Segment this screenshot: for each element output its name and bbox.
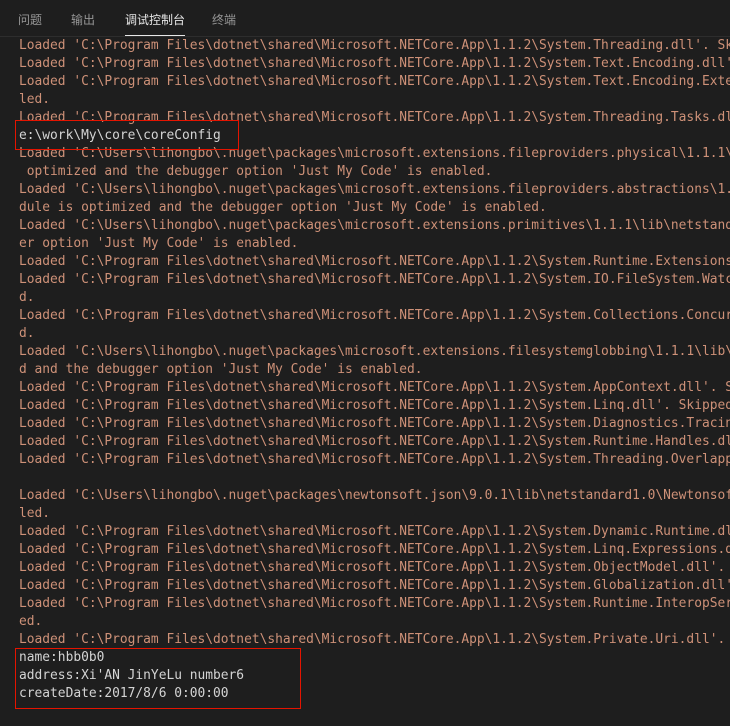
debug-console-panel: 问题 输出 调试控制台 终端 Loaded 'C:\Program Files\… (0, 0, 730, 726)
console-log-line: Loaded 'C:\Program Files\dotnet\shared\M… (19, 74, 730, 89)
console-log-line: Loaded 'C:\Program Files\dotnet\shared\M… (19, 578, 730, 593)
console-log-line: Loaded 'C:\Program Files\dotnet\shared\M… (19, 56, 730, 71)
console-log-line: led. (19, 506, 51, 521)
program-output-line: address:Xi'AN JinYeLu number6 (19, 668, 245, 683)
console-log-line: Loaded 'C:\Program Files\dotnet\shared\M… (19, 398, 730, 413)
console-log-line: Loaded 'C:\Program Files\dotnet\shared\M… (19, 542, 730, 557)
console-log-line: Loaded 'C:\Program Files\dotnet\shared\M… (19, 560, 730, 575)
console-log-line: Loaded 'C:\Program Files\dotnet\shared\M… (19, 254, 730, 269)
program-output-line: createDate:2017/8/6 0:00:00 (19, 686, 229, 701)
console-log-line: Loaded 'C:\Users\lihongbo\.nuget\package… (19, 488, 730, 503)
panel-tab-bar: 问题 输出 调试控制台 终端 (0, 0, 730, 37)
console-log-line: Loaded 'C:\Program Files\dotnet\shared\M… (19, 38, 730, 53)
console-log-line: Loaded 'C:\Program Files\dotnet\shared\M… (19, 380, 730, 395)
console-log-line: Loaded 'C:\Program Files\dotnet\shared\M… (19, 416, 730, 431)
console-log-line: Loaded 'C:\Program Files\dotnet\shared\M… (19, 596, 730, 611)
console-log-line: Loaded 'C:\Program Files\dotnet\shared\M… (19, 434, 730, 449)
program-output-line: name:hbb0b0 (19, 650, 105, 665)
console-log-line: dule is optimized and the debugger optio… (19, 200, 547, 215)
console-log-line: Loaded 'C:\Program Files\dotnet\shared\M… (19, 308, 730, 323)
program-output-line: e:\work\My\core\coreConfig (19, 128, 221, 143)
console-log-line: Loaded 'C:\Users\lihongbo\.nuget\package… (19, 344, 730, 359)
console-log-line: d and the debugger option 'Just My Code'… (19, 362, 423, 377)
tab-terminal[interactable]: 终端 (212, 0, 236, 37)
console-log-line: d. (19, 326, 35, 341)
console-log-line: Loaded 'C:\Program Files\dotnet\shared\M… (19, 632, 730, 647)
console-log-line: ed. (19, 614, 43, 629)
console-log-line: optimized and the debugger option 'Just … (19, 164, 493, 179)
tab-problems[interactable]: 问题 (18, 0, 42, 37)
console-log-line: er option 'Just My Code' is enabled. (19, 236, 299, 251)
console-log-line: Loaded 'C:\Program Files\dotnet\shared\M… (19, 452, 730, 467)
console-log-line (19, 469, 730, 487)
debug-console-output[interactable]: Loaded 'C:\Program Files\dotnet\shared\M… (19, 37, 730, 726)
tab-output[interactable]: 输出 (71, 0, 95, 37)
console-log-line: Loaded 'C:\Users\lihongbo\.nuget\package… (19, 146, 730, 161)
console-log-line: led. (19, 92, 51, 107)
console-log-line: Loaded 'C:\Program Files\dotnet\shared\M… (19, 110, 730, 125)
console-log-line: Loaded 'C:\Users\lihongbo\.nuget\package… (19, 218, 730, 233)
console-log-line: d. (19, 290, 35, 305)
console-log-line: Loaded 'C:\Users\lihongbo\.nuget\package… (19, 182, 730, 197)
console-log-line: Loaded 'C:\Program Files\dotnet\shared\M… (19, 272, 730, 287)
console-log-line: Loaded 'C:\Program Files\dotnet\shared\M… (19, 524, 730, 539)
tab-debug-console[interactable]: 调试控制台 (125, 0, 186, 37)
